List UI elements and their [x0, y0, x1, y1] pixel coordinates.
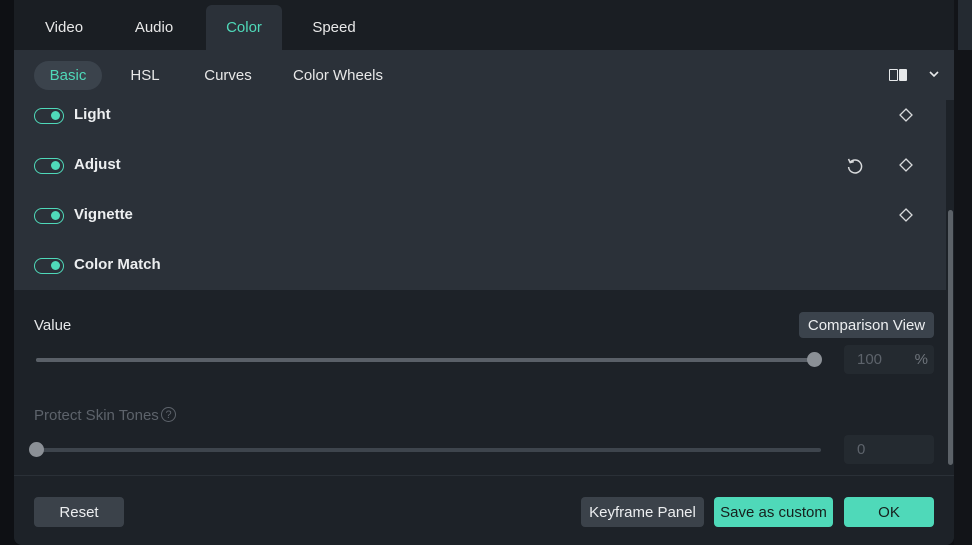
window-edge — [954, 0, 972, 545]
protect-skin-tones-input[interactable]: 0 — [844, 435, 934, 464]
tab-color[interactable]: Color — [206, 5, 282, 50]
adjustment-sections: Light Adjust Vignette Color Match — [14, 100, 946, 290]
tab-video[interactable]: Video — [28, 5, 100, 50]
chevron-down-icon[interactable] — [927, 67, 941, 81]
protect-skin-tones-slider[interactable] — [29, 442, 821, 457]
footer: Reset Keyframe Panel Save as custom OK — [14, 475, 954, 545]
tab-speed[interactable]: Speed — [298, 5, 370, 50]
value-slider-thumb[interactable] — [807, 352, 822, 367]
value-label: Value — [34, 317, 72, 334]
vignette-toggle[interactable] — [34, 208, 64, 224]
subtab-color-wheels[interactable]: Color Wheels — [288, 61, 388, 90]
value-input[interactable]: 100 % — [844, 345, 934, 374]
section-adjust: Adjust — [14, 150, 946, 200]
compare-view-icon[interactable] — [889, 67, 909, 83]
comparison-view-button[interactable]: Comparison View — [799, 312, 934, 338]
value-slider[interactable] — [36, 352, 822, 367]
subtab-curves[interactable]: Curves — [198, 61, 258, 90]
protect-number: 0 — [857, 441, 866, 458]
keyframe-diamond-icon[interactable] — [899, 158, 913, 172]
keyframe-diamond-icon[interactable] — [899, 108, 913, 122]
color-panel: Video Audio Color Speed Basic HSL Curves… — [14, 0, 954, 545]
top-tabbar: Video Audio Color Speed — [14, 0, 954, 50]
section-label: Color Match — [74, 256, 161, 273]
keyframe-diamond-icon[interactable] — [899, 208, 913, 222]
reset-button[interactable]: Reset — [34, 497, 124, 527]
value-slider-fill — [36, 358, 814, 362]
section-vignette: Vignette — [14, 200, 946, 250]
color-match-settings: Value Comparison View 100 % Protect Skin… — [14, 290, 946, 475]
adjust-toggle[interactable] — [34, 158, 64, 174]
save-as-custom-button[interactable]: Save as custom — [714, 497, 833, 527]
keyframe-panel-button[interactable]: Keyframe Panel — [581, 497, 704, 527]
section-label: Adjust — [74, 156, 121, 173]
protect-skin-tones-label: Protect Skin Tones — [34, 407, 159, 424]
ok-button[interactable]: OK — [844, 497, 934, 527]
sub-tabbar: Basic HSL Curves Color Wheels — [14, 50, 954, 100]
scrollbar[interactable] — [948, 210, 953, 465]
section-label: Light — [74, 106, 111, 123]
help-icon[interactable]: ? — [161, 407, 176, 422]
tab-audio[interactable]: Audio — [118, 5, 190, 50]
color-match-toggle[interactable] — [34, 258, 64, 274]
section-light: Light — [14, 100, 946, 150]
subtab-hsl[interactable]: HSL — [122, 61, 168, 90]
light-toggle[interactable] — [34, 108, 64, 124]
section-label: Vignette — [74, 206, 133, 223]
reset-icon[interactable] — [845, 156, 865, 176]
value-number: 100 — [857, 351, 883, 368]
value-unit: % — [914, 351, 928, 368]
subtab-basic[interactable]: Basic — [34, 61, 102, 90]
protect-slider-thumb[interactable] — [29, 442, 44, 457]
